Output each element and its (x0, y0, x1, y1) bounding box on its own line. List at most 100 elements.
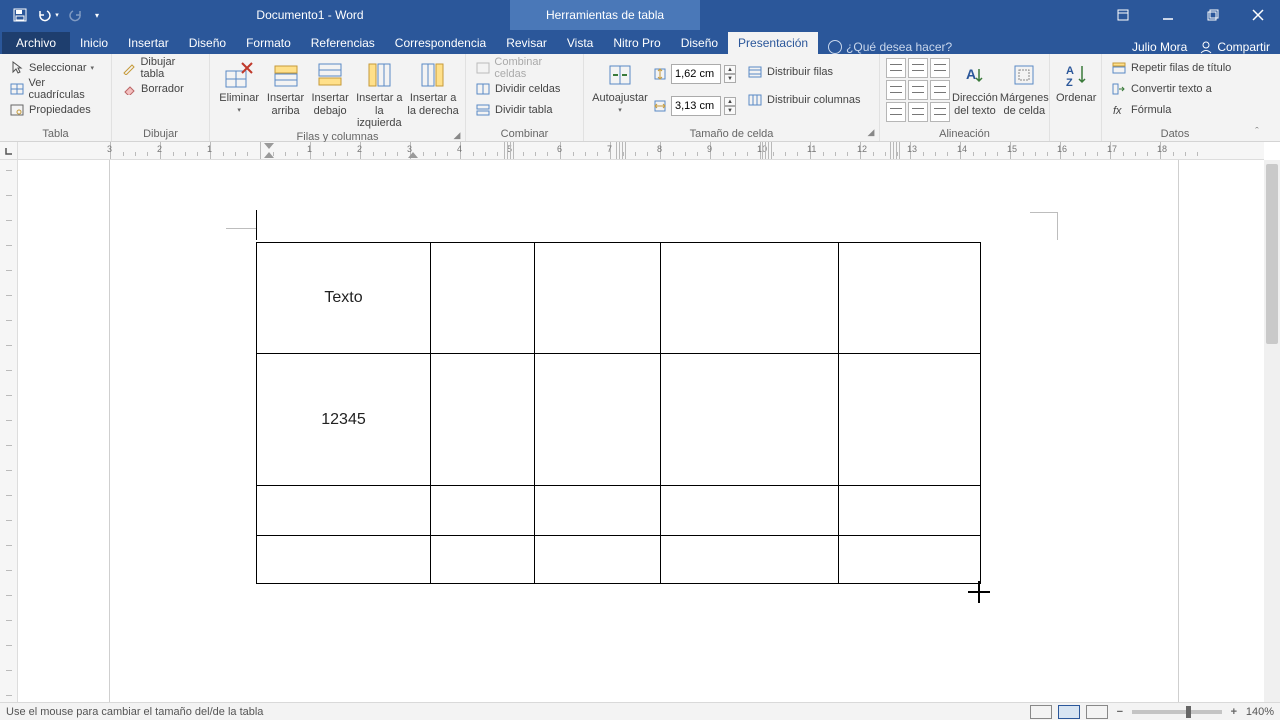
table-cell[interactable] (661, 486, 839, 536)
split-table-button[interactable]: Dividir tabla (472, 100, 577, 120)
insert-right-button[interactable]: Insertar a la derecha (407, 58, 459, 117)
col-width-down[interactable]: ▼ (724, 106, 736, 115)
sort-button[interactable]: AZ Ordenar (1056, 58, 1096, 105)
rows-cols-dialog-launcher[interactable]: ◢ (451, 130, 463, 142)
qat-customize[interactable]: ▾ (90, 11, 104, 20)
split-cells-button[interactable]: Dividir celdas (472, 79, 577, 99)
table-cell[interactable] (431, 354, 535, 486)
read-mode-view[interactable] (1030, 705, 1052, 719)
tab-references[interactable]: Referencias (301, 32, 385, 54)
column-marker[interactable] (890, 142, 900, 160)
table-cell[interactable] (839, 486, 981, 536)
col-width-up[interactable]: ▲ (724, 97, 736, 106)
ribbon-display-options[interactable] (1100, 0, 1145, 30)
collapse-ribbon-button[interactable]: ˆ (1248, 54, 1266, 141)
row-height-down[interactable]: ▼ (724, 74, 736, 83)
table-cell[interactable] (661, 536, 839, 584)
redo-button[interactable] (63, 3, 89, 27)
table-cell[interactable] (535, 243, 661, 354)
column-marker[interactable] (504, 142, 514, 160)
table-cell[interactable] (257, 486, 431, 536)
scrollbar-thumb[interactable] (1266, 164, 1278, 344)
table-cell[interactable] (431, 243, 535, 354)
zoom-slider[interactable] (1132, 710, 1222, 714)
tell-me-search[interactable]: ¿Qué desea hacer? (828, 40, 952, 54)
table-cell[interactable]: 12345 (257, 354, 431, 486)
zoom-out-button[interactable]: − (1114, 706, 1126, 718)
autofit-button[interactable]: Autoajustar▾ (590, 58, 650, 115)
cell-alignment-grid[interactable] (886, 58, 950, 122)
eraser-button[interactable]: Borrador (118, 79, 203, 99)
formula-button[interactable]: fx Fórmula (1108, 100, 1234, 120)
row-height-input[interactable] (671, 64, 721, 84)
row-height-up[interactable]: ▲ (724, 65, 736, 74)
table-row[interactable] (257, 536, 981, 584)
horizontal-ruler[interactable]: 321123456789101112131415161718 (18, 142, 1264, 160)
tab-table-layout[interactable]: Presentación (728, 32, 818, 54)
table-row[interactable] (257, 486, 981, 536)
tab-review[interactable]: Revisar (496, 32, 557, 54)
table-cell[interactable] (535, 536, 661, 584)
share-button[interactable]: Compartir (1193, 40, 1276, 54)
tab-mailings[interactable]: Correspondencia (385, 32, 496, 54)
zoom-slider-knob[interactable] (1186, 706, 1191, 718)
table-cell[interactable] (431, 536, 535, 584)
insert-above-button[interactable]: Insertar arriba (264, 58, 307, 117)
select-button[interactable]: Seleccionar▾ (6, 58, 105, 78)
delete-button[interactable]: Eliminar▾ (216, 58, 262, 115)
table-properties-button[interactable]: Propiedades (6, 100, 105, 120)
column-marker[interactable] (616, 142, 626, 160)
tab-nitro[interactable]: Nitro Pro (603, 32, 670, 54)
tab-format[interactable]: Formato (236, 32, 301, 54)
table-cell[interactable] (839, 536, 981, 584)
restore-button[interactable] (1190, 0, 1235, 30)
hanging-indent[interactable] (264, 152, 274, 158)
table-row[interactable]: Texto (257, 243, 981, 354)
row-height-box[interactable]: ▲▼ (652, 62, 736, 86)
document-table[interactable]: Texto 12345 (256, 242, 981, 584)
tab-home[interactable]: Inicio (70, 32, 118, 54)
column-marker[interactable] (762, 142, 772, 160)
web-layout-view[interactable] (1086, 705, 1108, 719)
zoom-percent[interactable]: 140% (1246, 706, 1274, 718)
repeat-header-rows-button[interactable]: Repetir filas de título (1108, 58, 1234, 78)
table-cell[interactable] (839, 354, 981, 486)
insert-left-button[interactable]: Insertar a la izquierda (353, 58, 405, 130)
cell-margins-button[interactable]: Márgenes de celda (1000, 58, 1049, 117)
first-line-indent[interactable] (264, 143, 274, 149)
table-cell[interactable] (257, 536, 431, 584)
table-cell[interactable] (535, 354, 661, 486)
close-button[interactable] (1235, 0, 1280, 30)
table-cell[interactable]: Texto (257, 243, 431, 354)
table-cell[interactable] (839, 243, 981, 354)
table-row[interactable]: 12345 (257, 354, 981, 486)
minimize-button[interactable] (1145, 0, 1190, 30)
tab-stop-selector[interactable] (0, 142, 18, 160)
tab-file[interactable]: Archivo (2, 32, 70, 54)
distribute-cols-button[interactable]: Distribuir columnas (744, 90, 864, 110)
draw-table-button[interactable]: Dibujar tabla (118, 58, 203, 78)
vertical-ruler[interactable] (0, 160, 18, 702)
cell-size-dialog-launcher[interactable]: ◢ (865, 127, 877, 139)
zoom-in-button[interactable]: + (1228, 706, 1240, 718)
table-cell[interactable] (431, 486, 535, 536)
distribute-rows-button[interactable]: Distribuir filas (744, 62, 864, 82)
merge-cells-button[interactable]: Combinar celdas (472, 58, 577, 78)
tab-view[interactable]: Vista (557, 32, 603, 54)
user-name[interactable]: Julio Mora (1132, 40, 1187, 54)
table-cell[interactable] (661, 243, 839, 354)
col-width-box[interactable]: ▲▼ (652, 94, 736, 118)
table-cell[interactable] (535, 486, 661, 536)
text-direction-button[interactable]: A Dirección del texto (952, 58, 998, 117)
vertical-scrollbar[interactable] (1264, 160, 1280, 702)
convert-to-text-button[interactable]: Convertir texto a (1108, 79, 1234, 99)
view-gridlines-button[interactable]: Ver cuadrículas (6, 79, 105, 99)
tab-design[interactable]: Diseño (179, 32, 236, 54)
print-layout-view[interactable] (1058, 705, 1080, 719)
save-button[interactable] (7, 3, 33, 27)
right-indent[interactable] (408, 152, 418, 158)
insert-below-button[interactable]: Insertar debajo (309, 58, 352, 117)
col-width-input[interactable] (671, 96, 721, 116)
tab-insert[interactable]: Insertar (118, 32, 179, 54)
undo-button[interactable]: ▾ (35, 3, 61, 27)
